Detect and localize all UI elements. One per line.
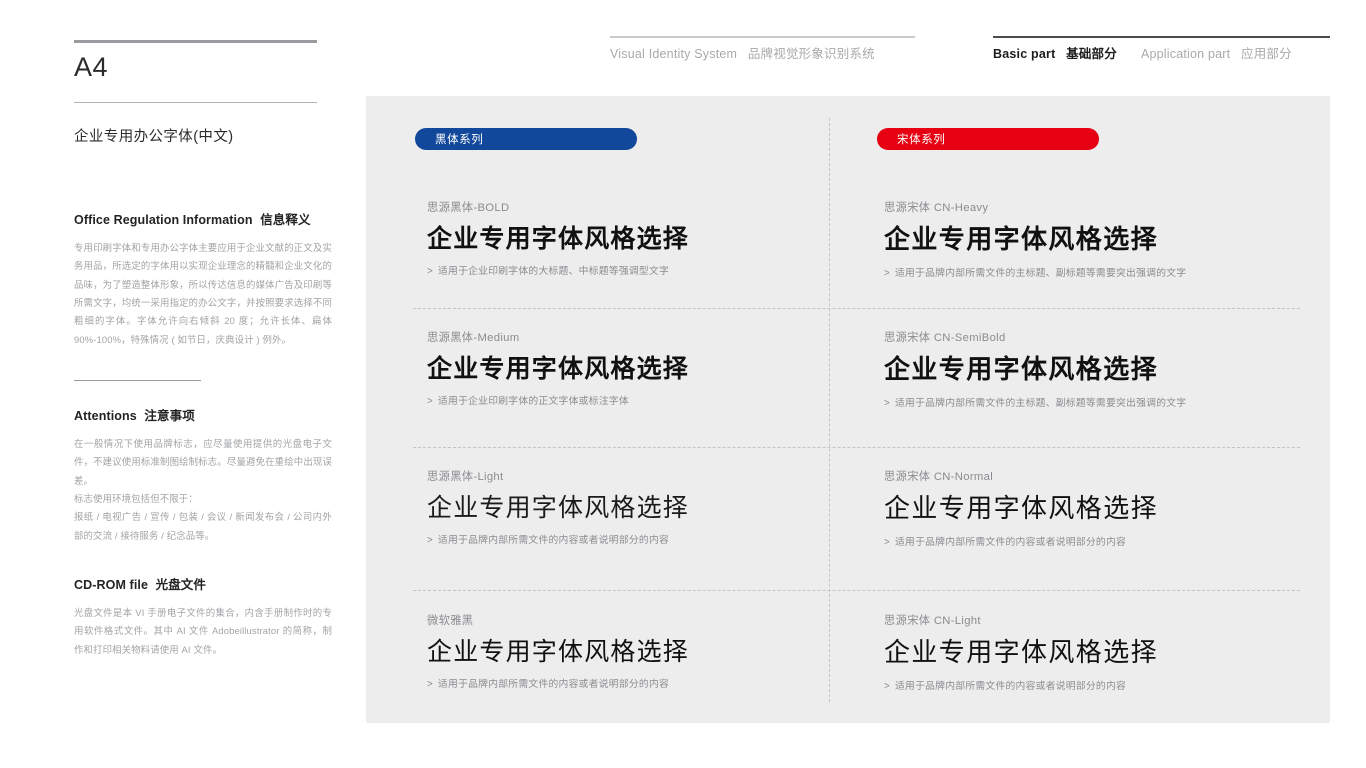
nav-item-basic-part[interactable]: Basic part 基础部分: [993, 48, 1117, 61]
font-specimen-card: 思源黑体-Medium 企业专用字体风格选择 > 适用于企业印刷字体的正文字体或标…: [427, 329, 837, 407]
info-block-body: 专用印刷字体和专用办公字体主要应用于企业文献的正文及实务用品，所选定的字体用以实…: [74, 239, 332, 349]
specimen-usage-note: > 适用于品牌内部所需文件的主标题、副标题等需要突出强调的文字: [884, 395, 1294, 409]
category-pill-label: 黑体系列: [435, 134, 484, 146]
specimen-usage-note: > 适用于企业印刷字体的大标题、中标题等强调型文字: [427, 263, 837, 277]
specimen-font-name: 思源宋体 CN-Light: [884, 615, 981, 627]
specimen-font-name: 微软雅黑: [427, 615, 474, 627]
specimen-usage-note: > 适用于品牌内部所需文件的内容或者说明部分的内容: [427, 676, 837, 690]
divider-under-page-code: [74, 102, 317, 103]
nav-item-label-en: Basic part: [993, 47, 1056, 61]
grid-divider-horizontal: [413, 308, 1300, 309]
specimen-usage-text: 适用于企业印刷字体的大标题、中标题等强调型文字: [437, 266, 670, 278]
info-block-heading-en: Office Regulation Information: [74, 213, 253, 227]
info-block-heading-cn: 信息释义: [260, 213, 311, 227]
specimen-usage-note: > 适用于品牌内部所需文件的内容或者说明部分的内容: [427, 532, 837, 546]
specimen-usage-text: 适用于品牌内部所需文件的内容或者说明部分的内容: [437, 535, 670, 547]
info-paragraph: 专用印刷字体和专用办公字体主要应用于企业文献的正文及实务用品，所选定的字体用以实…: [74, 242, 332, 345]
specimen-usage-text: 适用于品牌内部所需文件的主标题、副标题等需要突出强调的文字: [894, 397, 1187, 409]
chevron-right-icon: >: [427, 679, 433, 691]
info-block-body: 在一般情况下使用品牌标志，应尽量使用提供的光盘电子文件，不建议使用标准制图绘制标…: [74, 435, 332, 545]
specimen-font-name: 思源黑体-Light: [427, 471, 504, 483]
font-specimen-card: 思源宋体 CN-Light 企业专用字体风格选择 > 适用于品牌内部所需文件的内容…: [884, 612, 1294, 692]
font-specimen-card: 思源宋体 CN-SemiBold 企业专用字体风格选择 > 适用于品牌内部所需文件…: [884, 329, 1294, 409]
category-pill-heiti: 黑体系列: [415, 128, 637, 150]
font-specimen-card: 思源宋体 CN-Heavy 企业专用字体风格选择 > 适用于品牌内部所需文件的主标…: [884, 199, 1294, 279]
info-block-heading: Office Regulation Information 信息释义: [74, 209, 332, 228]
nav-item-label-cn: 应用部分: [1241, 47, 1292, 61]
specimen-usage-note: > 适用于品牌内部所需文件的主标题、副标题等需要突出强调的文字: [884, 265, 1294, 279]
specimen-usage-text: 适用于品牌内部所需文件的主标题、副标题等需要突出强调的文字: [894, 267, 1187, 279]
chevron-right-icon: >: [427, 396, 433, 408]
nav-item-application-part[interactable]: Application part 应用部分: [1141, 48, 1292, 61]
page-title: 企业专用办公字体(中文): [74, 129, 234, 145]
category-pill-label: 宋体系列: [897, 134, 946, 146]
specimen-sample-text: 企业专用字体风格选择: [884, 494, 1159, 523]
info-block-attentions: Attentions 注意事项 在一般情况下使用品牌标志，应尽量使用提供的光盘电…: [74, 405, 332, 545]
specimen-sample-text: 企业专用字体风格选择: [427, 494, 690, 522]
grid-divider-horizontal: [413, 447, 1300, 448]
specimen-usage-text: 适用于品牌内部所需文件的内容或者说明部分的内容: [894, 536, 1127, 548]
specimen-sample-text: 企业专用字体风格选择: [884, 225, 1159, 254]
specimen-font-name: 思源宋体 CN-Heavy: [884, 202, 989, 214]
info-block-body: 光盘文件是本 VI 手册电子文件的集合，内含手册制作时的专用软件格式文件。其中 …: [74, 604, 332, 659]
specimen-font-name: 思源黑体-Medium: [427, 332, 520, 344]
specimen-usage-text: 适用于品牌内部所需文件的内容或者说明部分的内容: [437, 679, 670, 691]
info-block-office-regulation: Office Regulation Information 信息释义 专用印刷字…: [74, 209, 332, 349]
chevron-right-icon: >: [427, 266, 433, 278]
specimen-font-name: 思源宋体 CN-Normal: [884, 471, 994, 483]
info-paragraph: 在一般情况下使用品牌标志，应尽量使用提供的光盘电子文件，不建议使用标准制图绘制标…: [74, 438, 332, 486]
info-paragraph: 报纸 / 电视广告 / 宣传 / 包装 / 会议 / 新闻发布会 / 公司内外部…: [74, 511, 332, 541]
info-block-heading: CD-ROM file 光盘文件: [74, 574, 332, 593]
nav-item-label-en: Application part: [1140, 47, 1231, 61]
page-code: A4: [74, 52, 109, 82]
specimen-usage-note: > 适用于品牌内部所需文件的内容或者说明部分的内容: [884, 678, 1294, 692]
specimen-usage-text: 适用于企业印刷字体的正文字体或标注字体: [437, 396, 629, 408]
font-specimen-card: 思源宋体 CN-Normal 企业专用字体风格选择 > 适用于品牌内部所需文件的内…: [884, 468, 1294, 548]
nav-group-parts: Basic part 基础部分 Application part 应用部分: [993, 36, 1292, 61]
divider-section: [74, 380, 201, 381]
nav-group-visual-identity: Visual Identity System 品牌视觉形象识别系统: [610, 36, 875, 61]
info-block-heading: Attentions 注意事项: [74, 405, 332, 424]
specimen-sample-text: 企业专用字体风格选择: [427, 638, 690, 666]
specimen-sample-text: 企业专用字体风格选择: [427, 225, 690, 253]
specimen-sample-text: 企业专用字体风格选择: [427, 355, 690, 383]
chevron-right-icon: >: [884, 536, 890, 548]
info-block-heading-cn: 光盘文件: [155, 578, 206, 592]
info-block-heading-en: CD-ROM file: [74, 578, 149, 592]
nav-item-label-cn: 基础部分: [1066, 47, 1117, 61]
info-paragraph: 光盘文件是本 VI 手册电子文件的集合，内含手册制作时的专用软件格式文件。其中 …: [74, 607, 332, 655]
category-pill-songti: 宋体系列: [877, 128, 1099, 150]
font-specimen-card: 思源黑体-BOLD 企业专用字体风格选择 > 适用于企业印刷字体的大标题、中标题等…: [427, 199, 837, 277]
chevron-right-icon: >: [884, 397, 890, 409]
nav-item-visual-identity-system[interactable]: Visual Identity System 品牌视觉形象识别系统: [610, 48, 875, 61]
nav-item-label-en: Visual Identity System: [610, 47, 738, 61]
vi-manual-page: Visual Identity System 品牌视觉形象识别系统 Basic …: [0, 0, 1366, 768]
chevron-right-icon: >: [884, 680, 890, 692]
nav-item-label-cn: 品牌视觉形象识别系统: [747, 47, 875, 61]
font-specimen-card: 思源黑体-Light 企业专用字体风格选择 > 适用于品牌内部所需文件的内容或者说…: [427, 468, 837, 546]
info-block-heading-en: Attentions: [74, 409, 137, 423]
specimen-usage-note: > 适用于品牌内部所需文件的内容或者说明部分的内容: [884, 534, 1294, 548]
grid-divider-horizontal: [413, 590, 1300, 591]
specimen-usage-note: > 适用于企业印刷字体的正文字体或标注字体: [427, 393, 837, 407]
specimen-font-name: 思源黑体-BOLD: [427, 202, 510, 214]
info-block-heading-cn: 注意事项: [144, 409, 195, 423]
chevron-right-icon: >: [427, 535, 433, 547]
specimen-usage-text: 适用于品牌内部所需文件的内容或者说明部分的内容: [894, 680, 1127, 692]
divider-top: [74, 40, 317, 43]
font-specimen-card: 微软雅黑 企业专用字体风格选择 > 适用于品牌内部所需文件的内容或者说明部分的内容: [427, 612, 837, 690]
info-block-cdrom-file: CD-ROM file 光盘文件 光盘文件是本 VI 手册电子文件的集合，内含手…: [74, 574, 332, 659]
specimen-font-name: 思源宋体 CN-SemiBold: [884, 332, 1006, 344]
specimen-sample-text: 企业专用字体风格选择: [884, 355, 1159, 384]
info-paragraph: 标志使用环境包括但不限于：: [74, 492, 198, 504]
chevron-right-icon: >: [884, 267, 890, 279]
specimen-sample-text: 企业专用字体风格选择: [884, 638, 1159, 667]
